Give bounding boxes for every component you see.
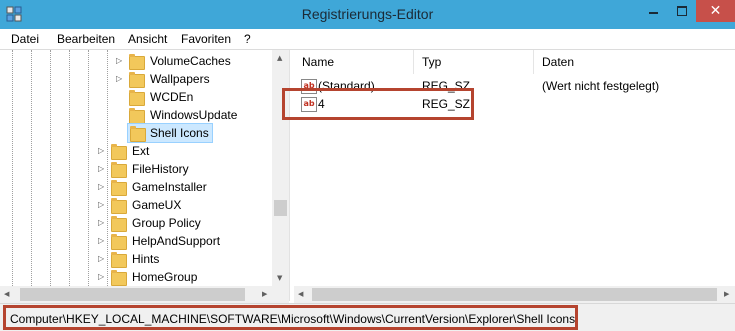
menu-bar: Datei Bearbeiten Ansicht Favoriten ? <box>0 29 735 49</box>
tree-guide-line <box>31 50 32 286</box>
expand-icon[interactable]: ▷ <box>98 142 104 160</box>
menu-ansicht[interactable]: Ansicht <box>128 32 167 46</box>
expand-icon[interactable]: ▷ <box>98 268 104 286</box>
scroll-right-icon[interactable]: ▶ <box>724 290 729 298</box>
tree-item-hints[interactable]: ▷ Hints <box>98 250 268 268</box>
folder-icon <box>111 144 127 160</box>
title-bar: Registrierungs-Editor ✕ <box>0 0 735 29</box>
tree-item-label: HomeGroup <box>132 270 198 284</box>
tree-item-shell-icons[interactable]: Shell Icons <box>127 123 213 143</box>
tree-horizontal-scrollbar[interactable]: ◀ ▶ <box>0 286 289 303</box>
expand-icon[interactable]: ▷ <box>98 214 104 232</box>
folder-icon <box>129 90 145 106</box>
tree-guide-line <box>88 50 89 286</box>
menu-bearbeiten[interactable]: Bearbeiten <box>57 32 115 46</box>
tree-item-filehistory[interactable]: ▷ FileHistory <box>98 160 268 178</box>
tree-item-ext[interactable]: ▷ Ext <box>98 142 268 160</box>
folder-icon <box>129 54 145 70</box>
tree-item-helpandsupport[interactable]: ▷ HelpAndSupport <box>98 232 268 250</box>
folder-icon <box>130 126 146 142</box>
tree-item-homegroup[interactable]: ▷ HomeGroup <box>98 268 268 286</box>
tree-item-wcden[interactable]: WCDEn <box>116 88 266 106</box>
menu-datei[interactable]: Datei <box>11 32 39 46</box>
window-title: Registrierungs-Editor <box>301 6 434 22</box>
values-horizontal-scrollbar[interactable]: ◀ ▶ <box>294 286 735 303</box>
tree-item-group-policy[interactable]: ▷ Group Policy <box>98 214 268 232</box>
menu-help[interactable]: ? <box>244 32 251 46</box>
tree-item-gameinstaller[interactable]: ▷ GameInstaller <box>98 178 268 196</box>
column-header-daten[interactable]: Daten <box>534 50 735 74</box>
minimize-button[interactable] <box>640 0 668 22</box>
folder-icon <box>111 162 127 178</box>
tree-guide-line <box>50 50 51 286</box>
folder-icon <box>111 198 127 214</box>
expand-icon[interactable]: ▷ <box>98 232 104 250</box>
folder-icon <box>111 216 127 232</box>
tree-item-label: FileHistory <box>132 162 189 176</box>
column-header-name[interactable]: Name <box>294 50 414 74</box>
tree-item-label: HelpAndSupport <box>132 234 221 248</box>
tree-item-label: GameInstaller <box>132 180 207 194</box>
tree-item-volumecaches[interactable]: ▷ VolumeCaches <box>116 52 266 70</box>
tree-item-label: Shell Icons <box>150 126 209 140</box>
scroll-left-icon[interactable]: ◀ <box>4 290 9 298</box>
scroll-thumb[interactable] <box>274 200 287 216</box>
highlight-box-value <box>282 88 474 120</box>
tree-item-label: WCDEn <box>150 90 194 104</box>
scroll-down-icon[interactable]: ▼ <box>277 274 282 282</box>
expand-icon[interactable]: ▷ <box>98 178 104 196</box>
folder-icon <box>129 108 145 124</box>
value-data: (Wert nicht festgelegt) <box>542 79 660 93</box>
tree-item-windowsupdate[interactable]: WindowsUpdate <box>116 106 266 124</box>
expand-icon[interactable]: ▷ <box>98 250 104 268</box>
folder-icon <box>111 180 127 196</box>
tree-vertical-scrollbar[interactable]: ▲ ▼ <box>272 50 289 286</box>
menu-favoriten[interactable]: Favoriten <box>181 32 231 46</box>
scroll-right-icon[interactable]: ▶ <box>262 290 267 298</box>
expand-icon[interactable]: ▷ <box>116 70 122 88</box>
tree-item-label: Group Policy <box>132 216 201 230</box>
tree-guide-line <box>69 50 70 286</box>
scroll-left-icon[interactable]: ◀ <box>298 290 303 298</box>
tree-item-gameux[interactable]: ▷ GameUX <box>98 196 268 214</box>
expand-icon[interactable]: ▷ <box>98 160 104 178</box>
registry-tree[interactable]: ▷ VolumeCaches ▷ Wallpapers WCDEn Window… <box>0 50 290 301</box>
tree-item-wallpapers[interactable]: ▷ Wallpapers <box>116 70 266 88</box>
tree-item-label: WindowsUpdate <box>150 108 238 122</box>
scroll-thumb[interactable] <box>312 288 717 301</box>
folder-icon <box>111 270 127 286</box>
tree-guide-line <box>12 50 13 286</box>
tree-item-label: VolumeCaches <box>150 54 231 68</box>
scroll-up-icon[interactable]: ▲ <box>277 54 282 62</box>
expand-icon[interactable]: ▷ <box>98 196 104 214</box>
highlight-box-path <box>3 305 578 330</box>
folder-icon <box>111 234 127 250</box>
tree-item-label: Ext <box>132 144 150 158</box>
tree-item-label: GameUX <box>132 198 182 212</box>
folder-icon <box>129 72 145 88</box>
close-icon: ✕ <box>709 2 722 18</box>
maximize-button[interactable] <box>668 0 696 22</box>
tree-item-label: Wallpapers <box>150 72 210 86</box>
folder-icon <box>111 252 127 268</box>
expand-icon[interactable]: ▷ <box>116 52 122 70</box>
close-button[interactable]: ✕ <box>696 0 735 22</box>
tree-item-label: Hints <box>132 252 160 266</box>
column-header-typ[interactable]: Typ <box>414 50 534 74</box>
scroll-thumb[interactable] <box>20 288 245 301</box>
